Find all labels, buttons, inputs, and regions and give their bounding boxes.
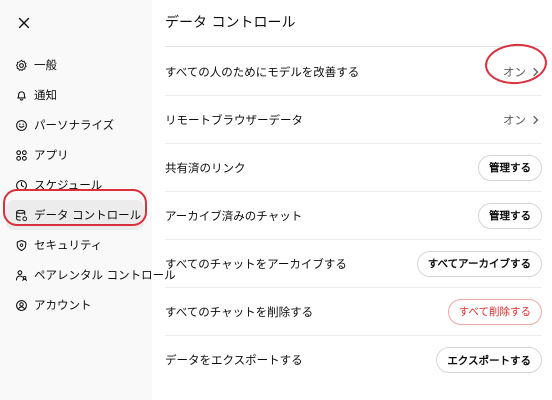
toggle-value-text: オン: [503, 64, 526, 79]
row-label: すべてのチャットをアーカイブする: [165, 256, 347, 271]
toggle-value-text: オン: [503, 112, 526, 127]
personalize-icon: [14, 118, 29, 133]
settings-row-delete-all: すべてのチャットを削除する すべて削除する: [165, 288, 542, 336]
settings-nav: 一般 通知 パーソナライズ アプリ スケジュール データ コントロール セキュリ…: [0, 50, 176, 320]
close-button[interactable]: [13, 12, 35, 34]
settings-row-archived-chats: アーカイブ済みのチャット 管理する: [165, 192, 542, 240]
sidebar-item-data-controls[interactable]: データ コントロール: [6, 200, 144, 230]
sidebar-item-personalize[interactable]: パーソナライズ: [0, 110, 152, 140]
settings-row-shared-links: 共有済のリンク 管理する: [165, 144, 542, 192]
data-controls-panel: データ コントロール すべての人のためにモデルを改善する オン リモートブラウザ…: [165, 0, 542, 400]
export-button[interactable]: エクスポートする: [436, 347, 542, 373]
row-label: データをエクスポートする: [165, 353, 303, 367]
row-label: 共有済のリンク: [165, 160, 246, 175]
row-label: リモートブラウザーデータ: [165, 112, 303, 127]
settings-row-remote-browser-data: リモートブラウザーデータ オン: [165, 96, 542, 144]
sidebar-item-notifications[interactable]: 通知: [0, 80, 152, 110]
title-divider: [165, 46, 542, 47]
sidebar-item-label: アプリ: [34, 148, 69, 162]
settings-sidebar: 一般 通知 パーソナライズ アプリ スケジュール データ コントロール セキュリ…: [0, 0, 176, 400]
chevron-right-icon: [532, 115, 540, 125]
sidebar-item-label: スケジュール: [34, 178, 103, 192]
sidebar-item-label: 一般: [34, 58, 57, 72]
row-label: すべてのチャットを削除する: [165, 304, 314, 319]
delete-all-button[interactable]: すべて削除する: [447, 298, 542, 325]
manage-archived-chats-button[interactable]: 管理する: [478, 202, 542, 229]
row-label: すべての人のためにモデルを改善する: [165, 64, 360, 79]
sidebar-item-label: 通知: [34, 88, 57, 102]
sidebar-item-label: アカウント: [34, 298, 92, 312]
sidebar-item-general[interactable]: 一般: [0, 50, 152, 80]
sidebar-item-parental-controls[interactable]: ペアレンタル コントロール: [0, 260, 176, 290]
settings-row-export-data: データをエクスポートする エクスポートする: [165, 336, 542, 384]
shield-icon: [14, 238, 29, 253]
gear-icon: [14, 58, 29, 73]
sidebar-item-security[interactable]: セキュリティ: [0, 230, 152, 260]
improve-model-toggle[interactable]: オン: [503, 64, 542, 80]
archive-all-button[interactable]: すべてアーカイブする: [416, 250, 542, 277]
chevron-right-icon: [532, 67, 540, 77]
sidebar-item-label: ペアレンタル コントロール: [34, 268, 176, 282]
sidebar-item-apps[interactable]: アプリ: [0, 140, 152, 170]
parent-icon: [14, 268, 29, 283]
clock-icon: [14, 178, 29, 193]
remote-browser-data-toggle[interactable]: オン: [503, 112, 542, 128]
account-icon: [14, 298, 29, 313]
sidebar-item-label: セキュリティ: [34, 238, 103, 252]
row-label: アーカイブ済みのチャット: [165, 208, 303, 223]
settings-row-improve-model: すべての人のためにモデルを改善する オン: [165, 48, 542, 96]
page-title: データ コントロール: [165, 15, 296, 31]
database-icon: [14, 208, 29, 223]
bell-icon: [14, 88, 29, 103]
close-icon: [18, 17, 30, 29]
sidebar-item-label: パーソナライズ: [34, 118, 115, 132]
sidebar-item-schedule[interactable]: スケジュール: [0, 170, 152, 200]
sidebar-item-label: データ コントロール: [34, 208, 142, 222]
sidebar-item-account[interactable]: アカウント: [0, 290, 152, 320]
settings-row-archive-all: すべてのチャットをアーカイブする すべてアーカイブする: [165, 240, 542, 288]
apps-icon: [14, 148, 29, 163]
manage-shared-links-button[interactable]: 管理する: [478, 154, 542, 181]
